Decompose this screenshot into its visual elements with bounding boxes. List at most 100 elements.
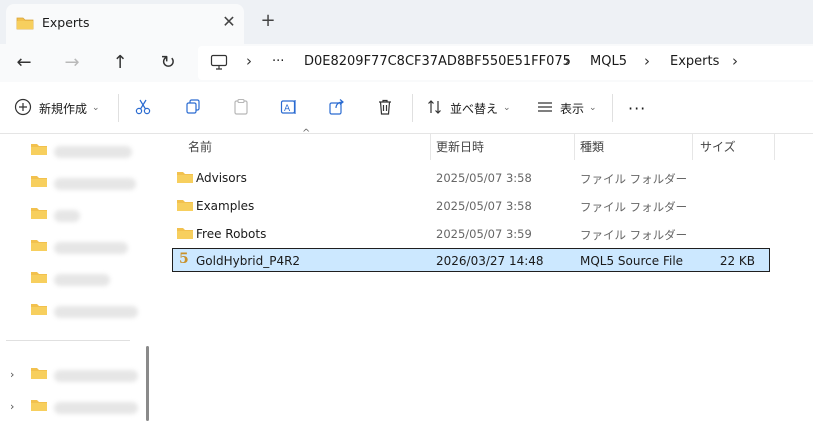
file-modified: 2025/05/07 3:59 [436,227,532,241]
breadcrumb-account-folder[interactable]: D0E8209F77C8CF37AD8BF550E51FF075 [304,54,571,69]
file-list: ^ 名前 更新日時 種類 サイズ Advisors 2025/05/07 3:5… [156,128,813,421]
tab-experts[interactable]: Experts ✕ [6,4,244,44]
file-row-selected[interactable]: 5 GoldHybrid_P4R2 2026/03/27 14:48 MQL5 … [172,248,770,272]
refresh-button[interactable]: ↻ [154,50,182,76]
scissors-icon [134,98,152,119]
plus-circle-icon [14,98,32,119]
blurred-label [54,146,132,158]
address-bar[interactable]: › ··· D0E8209F77C8CF37AD8BF550E51FF075 ›… [198,46,813,80]
copy-icon [184,98,202,119]
file-type: ファイル フォルダー [580,172,688,186]
breadcrumb-separator[interactable]: › [644,52,650,70]
share-button[interactable] [328,96,346,120]
file-modified: 2025/05/07 3:58 [436,199,532,213]
file-name: Examples [196,199,255,213]
new-label: 新規作成 [39,101,88,116]
breadcrumb-separator[interactable]: › [732,52,738,70]
column-divider[interactable] [430,134,431,160]
paste-button[interactable] [232,96,250,120]
expand-chevron-icon[interactable]: › [10,368,14,381]
new-button[interactable]: 新規作成 ⌄ [14,96,100,120]
blurred-label [54,370,138,382]
breadcrumb-mql5[interactable]: MQL5 [590,54,627,69]
navigation-row: ← → ↑ ↻ › ··· D0E8209F77C8CF37AD8BF550E5… [0,44,813,82]
file-row[interactable]: Advisors 2025/05/07 3:58 ファイル フォルダー [172,166,770,190]
folder-icon [31,144,47,155]
folder-icon [176,198,194,215]
rename-button[interactable]: A [280,96,298,120]
file-type: ファイル フォルダー [580,200,688,214]
cut-button[interactable] [134,96,152,120]
folder-icon [31,368,47,379]
breadcrumb-experts[interactable]: Experts [670,54,719,69]
nav-drive-item[interactable] [30,366,138,386]
nav-drive-item[interactable] [30,398,138,418]
breadcrumb-separator[interactable]: › [246,52,252,70]
back-button[interactable]: ← [10,50,38,76]
chevron-down-icon: ⌄ [503,103,511,113]
nav-folder-item[interactable] [30,174,136,194]
file-type: MQL5 Source File [580,254,684,268]
nav-folder-item[interactable] [30,270,110,290]
column-header-size[interactable]: サイズ [700,138,736,155]
column-divider[interactable] [774,134,775,160]
share-icon [328,98,346,119]
breadcrumb-separator[interactable]: › [564,52,570,70]
file-name: Advisors [196,171,247,185]
folder-icon [31,176,47,187]
expand-chevron-icon[interactable]: › [10,400,14,413]
column-header-name[interactable]: 名前 [188,138,212,155]
computer-icon [210,54,228,73]
view-list-icon [536,98,554,119]
close-tab-icon[interactable]: ✕ [220,13,238,31]
nav-scrollbar[interactable] [146,346,149,421]
column-header-type[interactable]: 種類 [580,138,604,155]
file-name: GoldHybrid_P4R2 [196,254,301,268]
up-button[interactable]: ↑ [106,50,134,76]
folder-icon [176,170,194,187]
sort-icon [426,98,444,119]
delete-button[interactable] [376,96,394,120]
tab-label: Experts [42,15,90,30]
nav-divider [6,340,130,341]
blurred-label [54,242,128,254]
column-header-modified[interactable]: 更新日時 [436,138,484,155]
file-modified: 2026/03/27 14:48 [436,254,544,268]
file-modified: 2025/05/07 3:58 [436,171,532,185]
folder-icon [31,304,47,315]
chevron-down-icon: ⌄ [589,103,597,113]
breadcrumb-more[interactable]: ··· [272,54,284,69]
chevron-down-icon: ⌄ [92,103,100,113]
command-bar: 新規作成 ⌄ A 並べ替え ⌄ 表示 ⌄ ··· [0,82,813,134]
nav-folder-item[interactable] [30,142,132,162]
file-size: 22 KB [719,254,755,268]
sort-button[interactable]: 並べ替え ⌄ [426,96,511,120]
view-button[interactable]: 表示 ⌄ [536,96,597,120]
file-row[interactable]: Examples 2025/05/07 3:58 ファイル フォルダー [172,194,770,218]
more-options-button[interactable]: ··· [628,96,646,120]
column-divider[interactable] [692,134,693,160]
nav-folder-item[interactable] [30,238,128,258]
divider [612,94,613,122]
file-type: ファイル フォルダー [580,228,688,242]
clipboard-icon [232,98,250,119]
new-tab-button[interactable]: + [258,11,278,31]
divider [412,94,413,122]
rename-icon: A [280,98,298,119]
column-divider[interactable] [574,134,575,160]
file-row[interactable]: Free Robots 2025/05/07 3:59 ファイル フォルダー [172,222,770,246]
copy-button[interactable] [184,96,202,120]
divider [118,94,119,122]
nav-folder-item[interactable] [30,206,80,226]
title-bar: Experts ✕ + [0,0,813,44]
blurred-label [54,178,136,190]
forward-button[interactable]: → [58,50,86,76]
sort-ascending-icon: ^ [302,128,311,139]
file-name: Free Robots [196,227,267,241]
folder-icon [31,240,47,251]
svg-text:A: A [284,104,291,114]
blurred-label [54,402,138,414]
nav-folder-item[interactable] [30,302,138,322]
trash-icon [376,98,394,119]
mql5-file-icon: 5 [179,251,189,267]
